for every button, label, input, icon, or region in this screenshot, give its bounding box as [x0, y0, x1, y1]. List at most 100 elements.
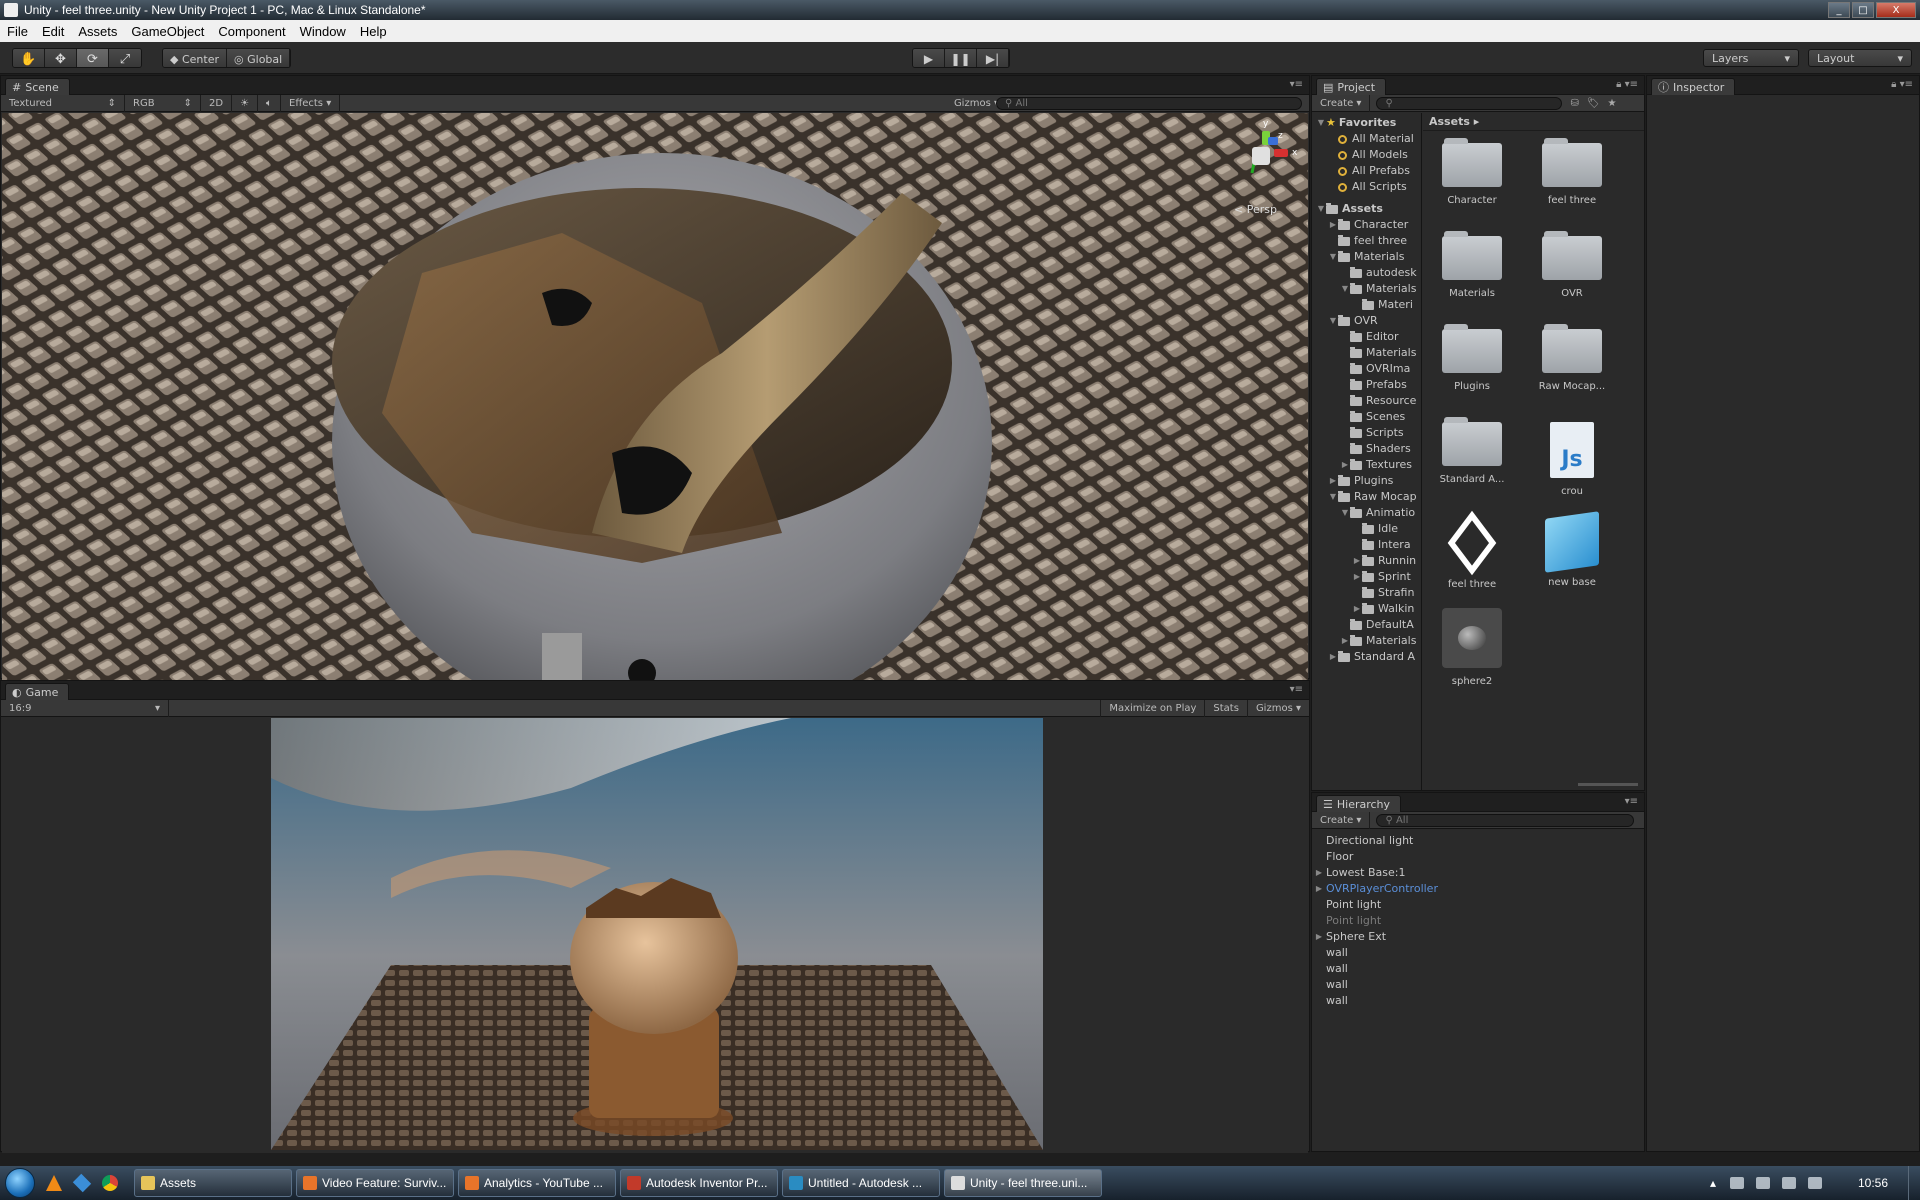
asset-item[interactable]: Standard A... [1427, 417, 1517, 485]
panel-menu-icon[interactable]: ▾≡ [1625, 796, 1638, 807]
volume-icon[interactable] [1807, 1177, 1822, 1189]
maximize-on-play-toggle[interactable]: Maximize on Play [1100, 700, 1206, 717]
tree-folder-item[interactable]: autodesk [1312, 265, 1421, 281]
pivot-global-button[interactable]: ◎ Global [227, 49, 291, 67]
hierarchy-item[interactable]: wall [1312, 945, 1644, 961]
fold-arrow-icon[interactable]: ▶ [1328, 217, 1338, 233]
tree-folder-item[interactable]: ▶ Plugins [1312, 473, 1421, 489]
taskbar-app-button[interactable]: Untitled - Autodesk ... [782, 1169, 940, 1197]
fold-arrow-icon[interactable]: ▼ [1328, 313, 1338, 329]
tab-inspector[interactable]: ⓘ Inspector [1651, 78, 1736, 95]
play-button[interactable]: ▶ [913, 49, 945, 67]
tab-game[interactable]: ◐ Game [5, 683, 70, 700]
taskbar-app-button[interactable]: Analytics - YouTube ... [458, 1169, 616, 1197]
filter-type-icon[interactable]: ⛁ [1570, 98, 1578, 109]
taskbar-app-button[interactable]: Assets [134, 1169, 292, 1197]
chrome-icon[interactable] [96, 1166, 124, 1200]
hand-tool-icon[interactable]: ✋ [13, 49, 45, 67]
tree-folder-item[interactable]: ▼ Assets [1312, 201, 1421, 217]
menu-gameobject[interactable]: GameObject [124, 24, 211, 39]
fold-arrow-icon[interactable]: ▶ [1314, 881, 1324, 897]
gizmo-x-axis[interactable] [1274, 149, 1288, 157]
tree-folder-item[interactable]: Materials [1312, 345, 1421, 361]
hierarchy-item[interactable]: Point light [1312, 913, 1644, 929]
hierarchy-item[interactable]: ▶ Sphere Ext [1312, 929, 1644, 945]
asset-item[interactable]: sphere2 [1427, 608, 1517, 687]
scene-search-input[interactable]: ⚲ All [996, 97, 1302, 110]
fold-arrow-icon[interactable]: ▼ [1340, 281, 1350, 297]
icon-size-slider[interactable] [1578, 783, 1638, 786]
breadcrumb-assets[interactable]: Assets [1429, 115, 1470, 128]
asset-item[interactable]: Character [1427, 138, 1517, 206]
hierarchy-item[interactable]: wall [1312, 977, 1644, 993]
stats-toggle[interactable]: Stats [1205, 700, 1248, 717]
tree-folder-item[interactable]: ▶ Sprint [1312, 569, 1421, 585]
network-icon[interactable] [1781, 1177, 1796, 1189]
start-button[interactable] [0, 1166, 40, 1200]
clock[interactable]: 10:56 [1858, 1176, 1888, 1190]
taskbar-app-button[interactable]: Video Feature: Surviv... [296, 1169, 454, 1197]
dropbox-icon[interactable] [68, 1166, 96, 1200]
favorites-header[interactable]: ▼ ★ Favorites [1312, 115, 1421, 131]
tab-scene[interactable]: # Scene [5, 78, 70, 95]
vlc-icon[interactable] [40, 1166, 68, 1200]
tree-folder-item[interactable]: OVRIma [1312, 361, 1421, 377]
scale-tool-icon[interactable]: ⤢ [109, 49, 141, 67]
scene-viewport[interactable]: y z x < Persp [2, 113, 1308, 681]
gizmo-center[interactable] [1252, 147, 1270, 165]
hierarchy-search-input[interactable]: ⚲ All [1376, 813, 1635, 827]
asset-item[interactable]: feel three [1427, 510, 1517, 590]
fold-arrow-icon[interactable]: ▶ [1352, 601, 1362, 617]
tree-folder-item[interactable]: ▼ Materials [1312, 281, 1421, 297]
scene-gizmos-dropdown[interactable]: Gizmos ▾ [954, 95, 999, 112]
hierarchy-create-dropdown[interactable]: Create ▾ [1312, 811, 1371, 829]
project-search-input[interactable]: ⚲ [1376, 96, 1563, 110]
asset-item[interactable]: feel three [1527, 138, 1617, 206]
tree-folder-item[interactable]: Editor [1312, 329, 1421, 345]
tree-folder-item[interactable]: ▶ Standard A [1312, 649, 1421, 665]
tree-folder-item[interactable]: Scenes [1312, 409, 1421, 425]
tab-project[interactable]: ▤ Project [1316, 78, 1387, 95]
shading-mode-dropdown[interactable]: Textured ⇕ [1, 94, 125, 112]
fold-arrow-icon[interactable]: ▶ [1340, 633, 1350, 649]
action-center-icon[interactable] [1729, 1177, 1744, 1189]
render-mode-dropdown[interactable]: RGB ⇕ [125, 94, 201, 112]
pivot-center-button[interactable]: ◆ Center [163, 49, 227, 67]
2d-toggle[interactable]: 2D [201, 94, 233, 112]
favorite-item[interactable]: All Prefabs [1312, 163, 1421, 179]
menu-assets[interactable]: Assets [71, 24, 124, 39]
tree-folder-item[interactable]: ▶ Walkin [1312, 601, 1421, 617]
menu-edit[interactable]: Edit [35, 24, 71, 39]
tree-folder-item[interactable]: feel three [1312, 233, 1421, 249]
gizmo-z-axis[interactable] [1268, 137, 1278, 145]
taskbar-app-button[interactable]: Autodesk Inventor Pr... [620, 1169, 778, 1197]
asset-item[interactable]: OVR [1527, 231, 1617, 299]
tree-folder-item[interactable]: ▼ Animatio [1312, 505, 1421, 521]
favorite-item[interactable]: All Scripts [1312, 179, 1421, 195]
fold-arrow-icon[interactable]: ▶ [1352, 553, 1362, 569]
orientation-gizmo[interactable]: y z x [1232, 119, 1297, 183]
persp-label[interactable]: < Persp [1234, 203, 1277, 216]
tree-folder-item[interactable]: Prefabs [1312, 377, 1421, 393]
tree-folder-item[interactable]: ▼ Materials [1312, 249, 1421, 265]
tray-app-icon[interactable] [1755, 1177, 1770, 1189]
asset-item[interactable]: Materials [1427, 231, 1517, 299]
project-create-dropdown[interactable]: Create ▾ [1312, 94, 1371, 112]
favorite-item[interactable]: All Models [1312, 147, 1421, 163]
tree-folder-item[interactable]: Materi [1312, 297, 1421, 313]
panel-menu-icon[interactable]: ▾≡ [1290, 79, 1303, 90]
hierarchy-item[interactable]: ▶ OVRPlayerController [1312, 881, 1644, 897]
asset-item[interactable]: Js crou [1527, 422, 1617, 497]
tree-folder-item[interactable]: Scripts [1312, 425, 1421, 441]
effects-dropdown[interactable]: Effects ▾ [281, 94, 341, 112]
tree-folder-item[interactable]: Shaders [1312, 441, 1421, 457]
fold-arrow-icon[interactable]: ▶ [1314, 929, 1324, 945]
hierarchy-item[interactable]: Floor [1312, 849, 1644, 865]
asset-item[interactable]: Plugins [1427, 324, 1517, 392]
hierarchy-item[interactable]: ▶ Lowest Base:1 [1312, 865, 1644, 881]
tree-folder-item[interactable]: ▶ Textures [1312, 457, 1421, 473]
favorite-star-icon[interactable]: ★ [1608, 98, 1617, 109]
tray-expand-icon[interactable]: ▴ [1710, 1176, 1716, 1190]
game-viewport[interactable] [2, 718, 1308, 1153]
maximize-button[interactable]: □ [1852, 2, 1874, 18]
